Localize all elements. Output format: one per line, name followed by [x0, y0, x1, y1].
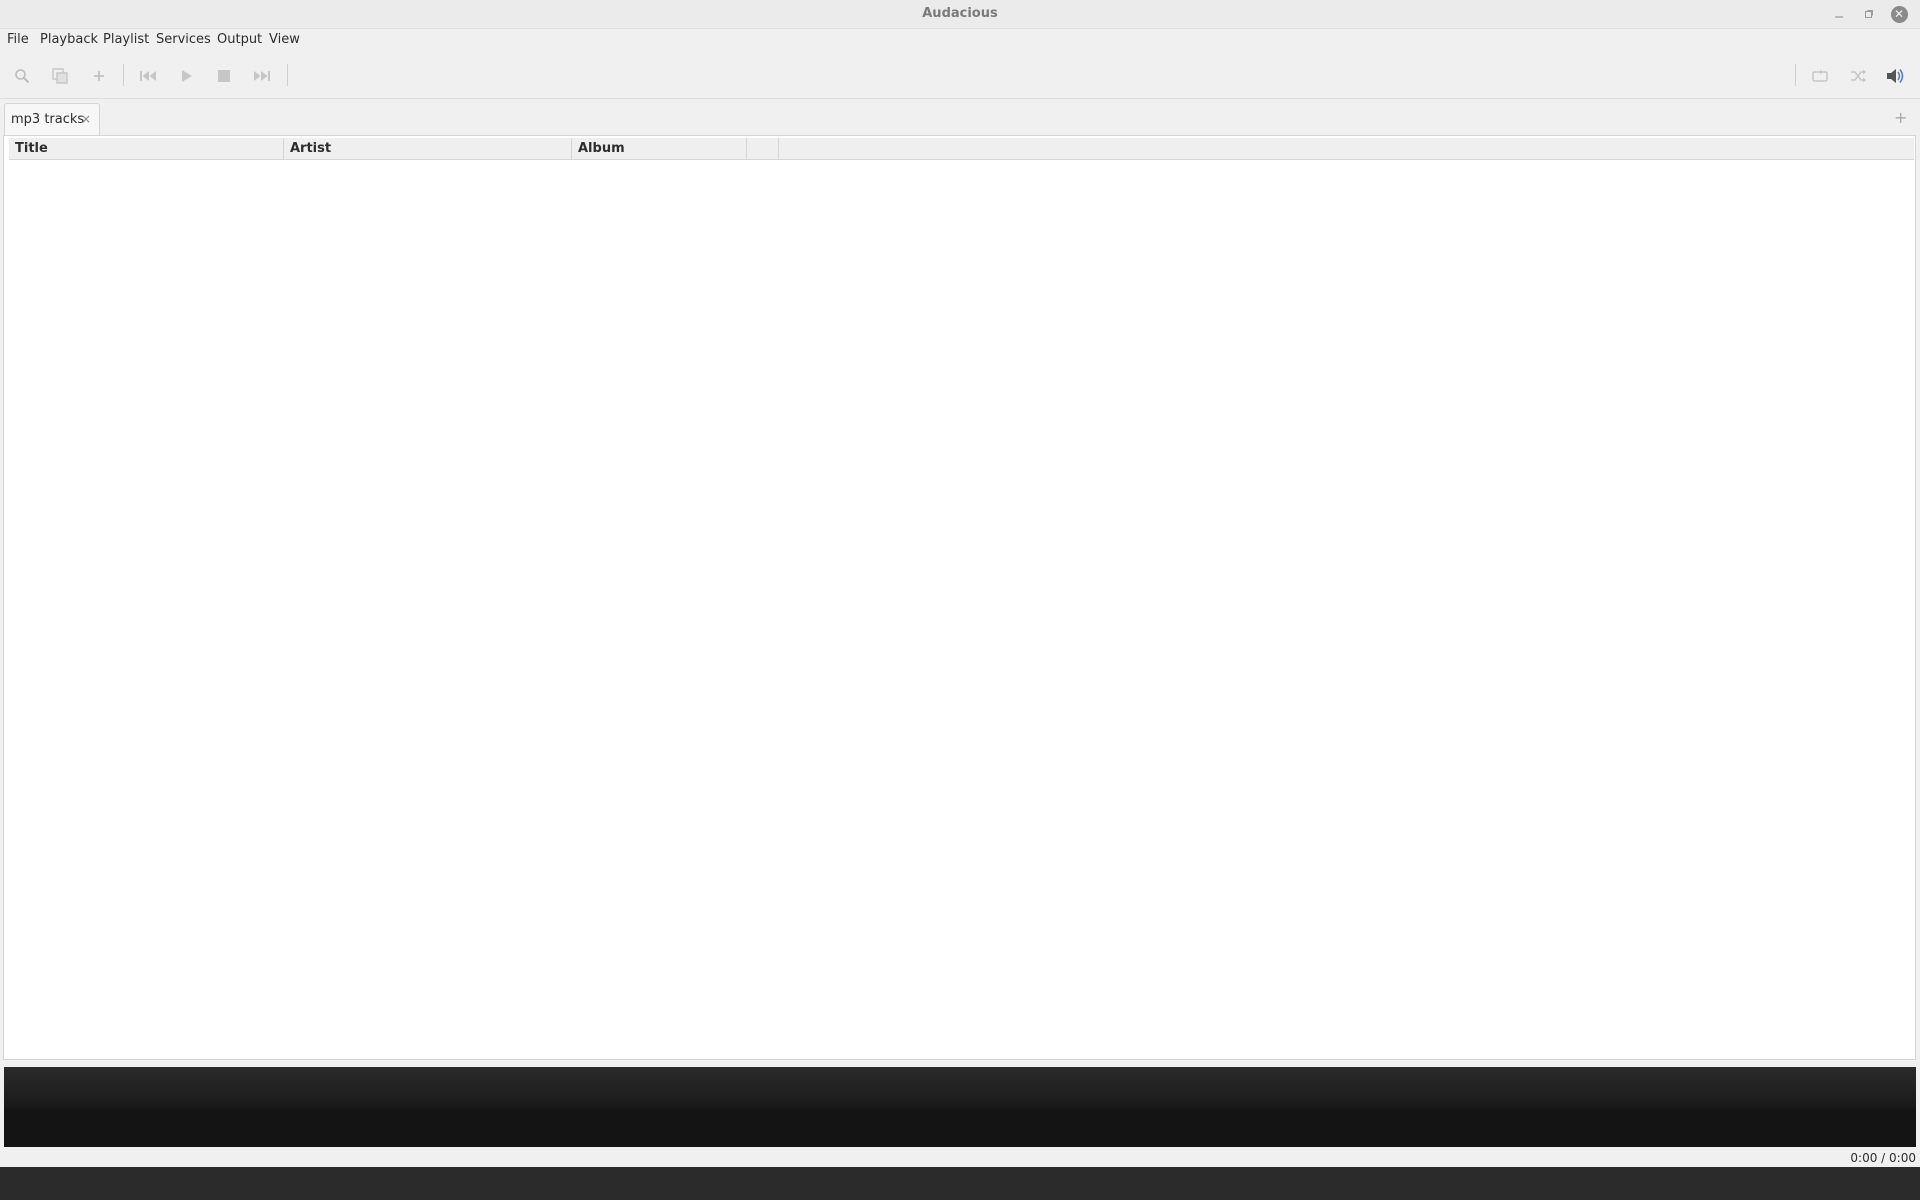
stop-button[interactable]	[212, 64, 236, 88]
minimize-icon	[1835, 16, 1843, 18]
toolbar	[0, 52, 1920, 99]
audacious-window: Audacious ✕ File Playback Playlist Servi…	[0, 0, 1920, 1167]
toolbar-separator	[123, 64, 124, 86]
tab-mp3-tracks[interactable]: mp3 tracks ×	[4, 103, 100, 135]
time-display: 0:00 / 0:00	[1850, 1151, 1916, 1165]
close-button[interactable]: ✕	[1890, 5, 1908, 23]
maximize-button[interactable]	[1860, 5, 1878, 23]
column-artist-label: Artist	[290, 141, 332, 156]
column-album[interactable]: Album	[572, 138, 747, 159]
search-button[interactable]	[10, 64, 34, 88]
desktop-panel	[0, 1167, 1920, 1200]
menu-playlist[interactable]: Playlist	[103, 32, 149, 47]
volume-icon	[1887, 69, 1904, 83]
repeat-button[interactable]	[1808, 64, 1832, 88]
menu-view[interactable]: View	[269, 32, 300, 47]
menu-playback[interactable]: Playback	[40, 32, 98, 47]
toolbar-separator	[1795, 64, 1796, 86]
stop-icon	[218, 70, 230, 82]
playlist-tab-bar: mp3 tracks × +	[0, 99, 1920, 135]
toolbar-separator	[287, 64, 288, 86]
column-title-label: Title	[15, 141, 48, 156]
play-icon	[182, 70, 192, 82]
tab-close-icon[interactable]: ×	[81, 112, 91, 126]
restore-icon	[1865, 10, 1873, 18]
window-title: Audacious	[922, 6, 998, 21]
previous-button[interactable]	[136, 64, 160, 88]
open-files-icon	[52, 68, 68, 84]
column-album-label: Album	[578, 141, 625, 156]
close-icon: ✕	[1890, 5, 1908, 23]
shuffle-icon	[1851, 69, 1866, 83]
open-files-button[interactable]	[48, 64, 72, 88]
column-artist[interactable]: Artist	[284, 138, 572, 159]
tab-label: mp3 tracks	[11, 112, 85, 127]
menu-services[interactable]: Services	[156, 32, 211, 47]
add-files-button[interactable]	[87, 64, 111, 88]
menu-output[interactable]: Output	[217, 32, 262, 47]
info-area	[4, 1067, 1916, 1147]
shuffle-button[interactable]	[1846, 64, 1870, 88]
menu-file[interactable]: File	[7, 32, 29, 47]
play-button[interactable]	[174, 64, 198, 88]
column-title[interactable]: Title	[9, 138, 284, 159]
volume-button[interactable]	[1884, 64, 1908, 88]
add-icon	[94, 71, 104, 81]
next-track-icon	[254, 71, 270, 81]
title-bar[interactable]: Audacious ✕	[0, 0, 1920, 29]
column-extra[interactable]	[747, 138, 779, 159]
column-header: Title Artist Album	[9, 138, 1914, 160]
search-icon	[15, 69, 30, 84]
new-playlist-button[interactable]: +	[1894, 108, 1907, 127]
playlist-view[interactable]: Title Artist Album	[3, 135, 1916, 1060]
minimize-button[interactable]	[1830, 5, 1848, 23]
menu-bar: File Playback Playlist Services Output V…	[0, 29, 1920, 51]
next-button[interactable]	[250, 64, 274, 88]
previous-track-icon	[140, 71, 156, 81]
repeat-icon	[1812, 69, 1828, 82]
